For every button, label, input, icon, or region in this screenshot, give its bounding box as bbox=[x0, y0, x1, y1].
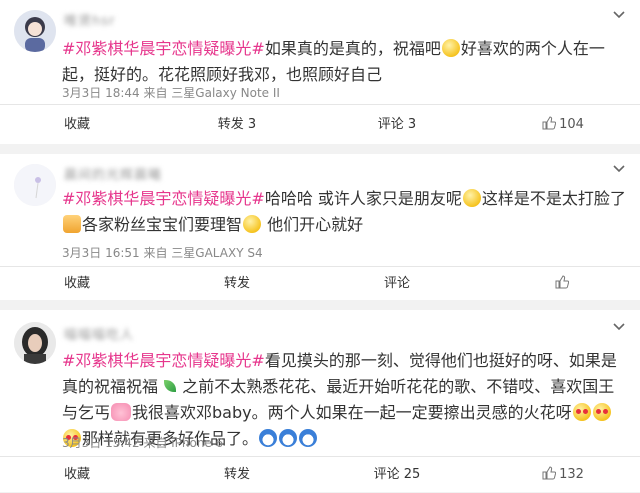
post-text-part: 我很喜欢邓baby。两个人如果在一起一定要擦出灵感的火花呀 bbox=[132, 403, 572, 422]
post-card: 唯贤hsr #邓紫棋华晨宇恋情疑曝光#如果真的是真的，祝福吧 好喜欢的两个人在一起… bbox=[0, 0, 640, 144]
avatar[interactable] bbox=[14, 10, 56, 52]
chevron-down-icon[interactable] bbox=[612, 164, 626, 174]
doraemon-emoji bbox=[259, 429, 278, 447]
post-meta: 3月3日 18:44 来自 三星Galaxy Note II bbox=[62, 86, 280, 100]
username[interactable]: 唯贤hsr bbox=[64, 10, 115, 29]
doraemon-emoji bbox=[299, 429, 318, 447]
comment-label: 评论 bbox=[383, 276, 410, 291]
thumbs-up-icon bbox=[542, 116, 557, 130]
like-button[interactable] bbox=[486, 267, 640, 301]
post-text: #邓紫棋华晨宇恋情疑曝光#如果真的是真的，祝福吧 好喜欢的两个人在一起，挺好的。花… bbox=[62, 36, 626, 88]
post-text: #邓紫棋华晨宇恋情疑曝光#哈哈哈 或许人家只是朋友呢 这样是不是太打脸了各家粉丝宝… bbox=[62, 186, 626, 238]
post-text-part: 这样是不是太打脸了 bbox=[481, 189, 626, 208]
hashtag-link[interactable]: #邓紫棋华晨宇恋情疑曝光# bbox=[62, 189, 265, 208]
blush-face-emoji bbox=[243, 215, 262, 233]
action-bar: 收藏 转发 评论 25 132 bbox=[0, 456, 640, 493]
hashtag-link[interactable]: #邓紫棋华晨宇恋情疑曝光# bbox=[62, 39, 265, 58]
favorite-label: 收藏 bbox=[63, 276, 90, 291]
leaf-emoji bbox=[164, 380, 177, 392]
hashtag-link[interactable]: #邓紫棋华晨宇恋情疑曝光# bbox=[62, 351, 265, 370]
post-meta: 3月3日 15:42 来自 iPhone 6 bbox=[62, 436, 224, 450]
favorite-button[interactable]: 收藏 bbox=[0, 267, 154, 301]
repost-label: 转发 bbox=[223, 467, 250, 482]
favorite-label: 收藏 bbox=[63, 467, 90, 482]
action-bar: 收藏 转发 3 评论 3 104 bbox=[0, 104, 640, 145]
comment-label: 评论 25 bbox=[373, 467, 421, 482]
chevron-down-icon[interactable] bbox=[612, 10, 626, 20]
cat-emoji bbox=[63, 215, 81, 233]
post-meta: 3月3日 16:51 来自 三星GALAXY S4 bbox=[62, 246, 263, 260]
thumbs-up-icon bbox=[542, 466, 557, 480]
comment-label: 评论 3 bbox=[377, 117, 417, 132]
post-text-part: 各家粉丝宝宝们要理智 bbox=[82, 215, 243, 234]
repost-label: 转发 bbox=[223, 276, 250, 291]
comment-button[interactable]: 评论 3 bbox=[320, 105, 474, 145]
heart-eyes-emoji bbox=[592, 403, 611, 421]
post-card: 喵喵喵吃人 #邓紫棋华晨宇恋情疑曝光#看见摸头的那一刻、觉得他们也挺好的呀、如果… bbox=[0, 310, 640, 492]
thumbs-up-icon bbox=[555, 275, 569, 289]
like-button[interactable]: 104 bbox=[486, 105, 640, 145]
like-count: 104 bbox=[559, 117, 584, 132]
username[interactable]: 喵喵喵吃人 bbox=[64, 324, 134, 343]
repost-label: 转发 3 bbox=[217, 117, 257, 132]
action-bar: 收藏 转发 评论 bbox=[0, 266, 640, 301]
repost-button[interactable]: 转发 3 bbox=[160, 105, 314, 145]
like-count: 132 bbox=[559, 467, 584, 482]
post-text-part: 如果真的是真的，祝福吧 bbox=[264, 39, 441, 58]
repost-button[interactable]: 转发 bbox=[160, 457, 314, 493]
heart-eyes-emoji bbox=[572, 403, 591, 421]
pig-emoji bbox=[111, 403, 132, 421]
comment-button[interactable]: 评论 bbox=[320, 267, 474, 301]
post-card: 晨间的光辉晨曦 #邓紫棋华晨宇恋情疑曝光#哈哈哈 或许人家只是朋友呢 这样是不是太… bbox=[0, 154, 640, 300]
favorite-button[interactable]: 收藏 bbox=[0, 457, 154, 493]
doraemon-emoji bbox=[279, 429, 298, 447]
favorite-button[interactable]: 收藏 bbox=[0, 105, 154, 145]
chevron-down-icon[interactable] bbox=[612, 322, 626, 332]
favorite-label: 收藏 bbox=[63, 117, 90, 132]
like-button[interactable]: 132 bbox=[486, 457, 640, 493]
blush-face-emoji bbox=[441, 39, 460, 57]
avatar[interactable] bbox=[14, 322, 56, 364]
blush-face-emoji bbox=[462, 189, 481, 207]
post-text-part: 哈哈哈 或许人家只是朋友呢 bbox=[264, 189, 462, 208]
avatar[interactable] bbox=[14, 164, 56, 206]
username[interactable]: 晨间的光辉晨曦 bbox=[64, 164, 162, 183]
comment-button[interactable]: 评论 25 bbox=[320, 457, 474, 493]
post-text-part: 他们开心就好 bbox=[262, 215, 364, 234]
repost-button[interactable]: 转发 bbox=[160, 267, 314, 301]
